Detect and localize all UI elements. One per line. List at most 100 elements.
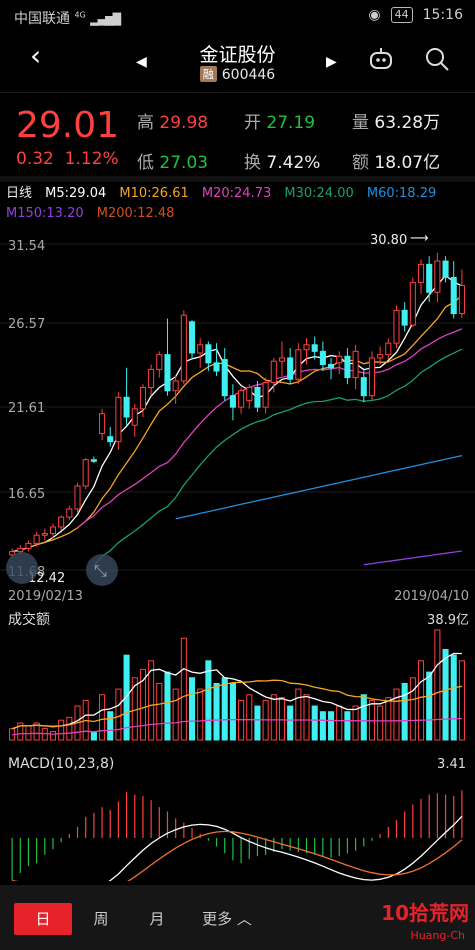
status-bar: 中国联通 4G ▂▄▆█ ◉ 44 15:16 (0, 0, 475, 32)
high-arrow-icon: ⟶ (410, 231, 429, 246)
candle (458, 285, 465, 315)
candle (107, 436, 114, 443)
volume-bar (90, 731, 97, 741)
amount-field: 额 18.07亿 (352, 153, 441, 173)
ma60-label: M60:18.29 (366, 186, 437, 201)
low-value: 27.03 (159, 153, 209, 173)
volume-bar (287, 705, 294, 741)
volume-bar (180, 637, 187, 741)
date-start: 2019/02/13 (8, 589, 83, 604)
volume-field: 量 63.28万 (352, 113, 441, 133)
ma-legend: 日线 M5:29.04 M10:26.61 M20:24.73 M30:24.0… (0, 184, 475, 224)
tab-day[interactable]: 日 (14, 903, 72, 935)
volume-bar (115, 688, 122, 741)
volume-bar (188, 677, 196, 741)
candle (131, 408, 138, 426)
candle (115, 396, 122, 443)
carrier-label: 中国联通 4G ▂▄▆█ (14, 10, 121, 27)
candle (344, 355, 351, 379)
status-right: ◉ 44 15:16 (368, 7, 463, 23)
candle (450, 276, 457, 315)
candle (254, 386, 261, 408)
volume-max-label: 38.9亿 (427, 613, 469, 628)
ma10-label: M10:26.61 (119, 186, 189, 201)
kline-chart[interactable]: 31.54 26.57 21.61 16.65 11.68 12.42 30.8… (0, 228, 475, 608)
candle (17, 547, 24, 553)
volume-bar (107, 711, 114, 741)
candle (319, 350, 326, 365)
chevron-up-icon: ︿ (236, 910, 252, 928)
candle (123, 396, 130, 418)
volume-bar (385, 697, 392, 741)
candle (205, 344, 212, 364)
candle (66, 508, 73, 518)
period-label[interactable]: 日线 (6, 186, 32, 201)
candle (41, 533, 48, 536)
volume-bar (319, 711, 326, 741)
volume-bar (360, 694, 367, 741)
candle (180, 314, 187, 382)
high-value: 29.98 (159, 113, 209, 133)
candle (328, 363, 335, 369)
robot-icon[interactable] (368, 46, 394, 76)
candle (270, 360, 277, 384)
candle (287, 357, 294, 380)
battery-icon: 44 (390, 7, 413, 23)
volume-bar (344, 711, 351, 741)
macd-dea-line (12, 830, 463, 881)
candle (377, 354, 384, 359)
macd-chart[interactable]: MACD(10,23,8) 3.41 (0, 746, 475, 881)
ma200-label: M200:12.48 (96, 206, 175, 221)
candle (295, 349, 302, 380)
candle (49, 526, 57, 535)
volume-bar (377, 705, 384, 741)
quote-panel: 29.01 0.32 1.12% 高 29.98 开 27.19 量 63.28… (0, 92, 475, 173)
candle (229, 395, 236, 408)
volume-bar (66, 716, 73, 741)
candle (213, 362, 220, 372)
tab-more[interactable]: 更多 ︿ (192, 903, 262, 935)
volume-bar (246, 694, 253, 741)
candle (442, 260, 449, 278)
candle (246, 386, 253, 402)
volume-value: 63.28万 (374, 113, 441, 133)
volume-title: 成交额 (8, 611, 50, 628)
current-price: 29.01 (16, 105, 120, 146)
candle (401, 309, 408, 326)
candle (409, 281, 416, 326)
volume-chart[interactable]: 成交额 38.9亿 (0, 608, 475, 743)
candle (148, 368, 155, 388)
volume-bar (254, 705, 261, 741)
macd-title: MACD(10,23,8) (8, 756, 114, 772)
watermark-url: Huang-Ch (410, 929, 465, 942)
volume-bar (328, 711, 335, 741)
candle (385, 342, 392, 356)
volume-bar (229, 682, 236, 741)
ma30-label: M30:24.00 (284, 186, 354, 201)
candle (368, 357, 375, 397)
volume-bar (221, 677, 228, 741)
candle (352, 350, 359, 379)
signal-icon: ▂▄▆█ (90, 13, 121, 26)
amount-value: 18.07亿 (374, 153, 441, 173)
ma20-label: M20:24.73 (201, 186, 272, 201)
candle (360, 377, 367, 397)
search-icon[interactable] (424, 46, 450, 76)
volume-bar (336, 705, 343, 741)
network-label: 4G (74, 10, 86, 20)
volume-bar (172, 688, 179, 741)
ma60-line (175, 454, 463, 520)
next-stock-icon[interactable]: ▶ (326, 54, 337, 70)
tab-month[interactable]: 月 (128, 903, 186, 935)
candle (188, 321, 196, 354)
volume-bar (434, 629, 441, 741)
candle (426, 263, 433, 293)
tab-week[interactable]: 周 (72, 903, 130, 935)
volume-bar (99, 694, 106, 741)
volume-bar (213, 682, 220, 741)
volume-bar (426, 671, 433, 741)
volume-bar (450, 654, 457, 741)
candle (303, 344, 310, 351)
draw-tool-icon[interactable] (6, 552, 38, 584)
volume-bar (352, 705, 359, 741)
